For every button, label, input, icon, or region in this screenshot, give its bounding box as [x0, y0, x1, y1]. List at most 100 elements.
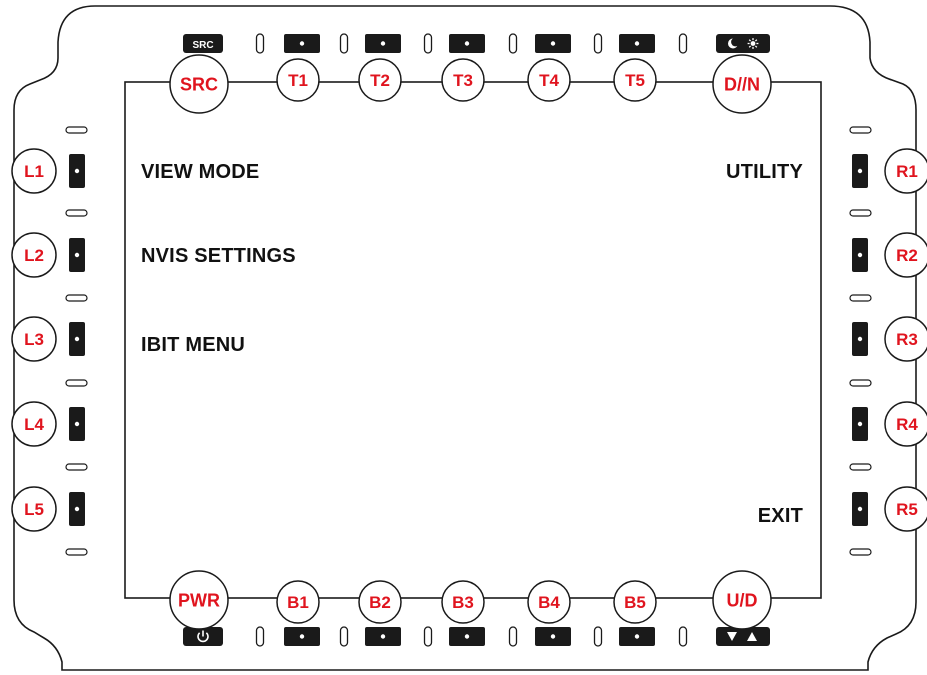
key-dot-icon [550, 634, 556, 639]
bottom-divider-pill [593, 626, 603, 647]
button-b4[interactable]: B4 [527, 580, 571, 624]
top-key-2[interactable] [365, 34, 401, 53]
right-divider-dash [849, 209, 872, 217]
top-divider-pill [423, 33, 433, 54]
button-label: R5 [896, 500, 918, 519]
left-key-2[interactable] [69, 238, 85, 272]
button-u-d[interactable]: U/D [712, 570, 772, 630]
right-key-3[interactable] [852, 322, 868, 356]
button-t3[interactable]: T3 [441, 58, 485, 102]
button-t1[interactable]: T1 [276, 58, 320, 102]
button-label: B1 [287, 593, 309, 612]
right-key-2[interactable] [852, 238, 868, 272]
key-dot-icon [380, 41, 386, 46]
button-pwr[interactable]: PWR [169, 570, 229, 630]
key-dot-icon [857, 252, 863, 258]
left-divider-dash [65, 548, 88, 556]
button-t4[interactable]: T4 [527, 58, 571, 102]
left-divider-dash [65, 126, 88, 134]
bottom-divider-pill [678, 626, 688, 647]
button-l3[interactable]: L3 [11, 316, 57, 362]
top-key-3[interactable] [449, 34, 485, 53]
button-d-n[interactable]: D//N [712, 54, 772, 114]
button-label: L4 [24, 415, 44, 434]
key-dot-icon [634, 634, 640, 639]
bottom-key-4[interactable] [535, 627, 571, 646]
button-l4[interactable]: L4 [11, 401, 57, 447]
top-divider-pill [593, 33, 603, 54]
left-key-1[interactable] [69, 154, 85, 188]
button-label: L2 [24, 246, 44, 265]
left-divider-dash [65, 294, 88, 302]
left-divider-dash [65, 209, 88, 217]
menu-item-exit: EXIT [757, 505, 803, 527]
key-dot-icon [464, 41, 470, 46]
sun-icon [747, 38, 759, 49]
button-src[interactable]: SRC [169, 54, 229, 114]
key-dot-icon [74, 421, 80, 427]
button-r4[interactable]: R4 [884, 401, 927, 447]
right-divider-dash [849, 463, 872, 471]
button-label: U/D [727, 590, 758, 610]
button-t5[interactable]: T5 [613, 58, 657, 102]
menu-item-ibit-menu: IBIT MENU [141, 334, 246, 356]
bottom-key-2[interactable] [365, 627, 401, 646]
bottom-key-3[interactable] [449, 627, 485, 646]
bottom-divider-pill [255, 626, 265, 647]
button-label: R2 [896, 246, 918, 265]
key-dot-icon [634, 41, 640, 46]
key-dot-icon [857, 168, 863, 174]
top-key-1[interactable] [284, 34, 320, 53]
key-dot-icon [74, 252, 80, 258]
menu-item-utility: UTILITY [726, 161, 803, 183]
left-key-3[interactable] [69, 322, 85, 356]
key-dot-icon [550, 41, 556, 46]
key-dot-icon [857, 506, 863, 512]
key-dot-icon [74, 336, 80, 342]
key-dot-icon [857, 336, 863, 342]
button-r5[interactable]: R5 [884, 486, 927, 532]
up-down-badge [716, 627, 770, 646]
button-b5[interactable]: B5 [613, 580, 657, 624]
key-dot-icon [74, 168, 80, 174]
button-l1[interactable]: L1 [11, 148, 57, 194]
button-label: L1 [24, 162, 44, 181]
top-key-5[interactable] [619, 34, 655, 53]
button-r1[interactable]: R1 [884, 148, 927, 194]
button-label: R1 [896, 162, 918, 181]
button-label: R3 [896, 330, 918, 349]
left-divider-dash [65, 463, 88, 471]
right-divider-dash [849, 294, 872, 302]
key-dot-icon [299, 41, 305, 46]
key-dot-icon [857, 421, 863, 427]
button-b1[interactable]: B1 [276, 580, 320, 624]
top-divider-pill [255, 33, 265, 54]
menu-item-view-mode: VIEW MODE [141, 161, 260, 183]
button-label: SRC [180, 74, 218, 94]
button-r3[interactable]: R3 [884, 316, 927, 362]
button-t2[interactable]: T2 [358, 58, 402, 102]
right-divider-dash [849, 126, 872, 134]
button-b2[interactable]: B2 [358, 580, 402, 624]
button-r2[interactable]: R2 [884, 232, 927, 278]
button-label: T2 [370, 71, 390, 90]
button-label: T1 [288, 71, 308, 90]
button-label: B5 [624, 593, 646, 612]
bottom-key-1[interactable] [284, 627, 320, 646]
right-key-4[interactable] [852, 407, 868, 441]
button-l5[interactable]: L5 [11, 486, 57, 532]
left-key-4[interactable] [69, 407, 85, 441]
right-divider-dash [849, 548, 872, 556]
bottom-key-5[interactable] [619, 627, 655, 646]
left-key-5[interactable] [69, 492, 85, 526]
top-key-4[interactable] [535, 34, 571, 53]
key-dot-icon [299, 634, 305, 639]
button-label: R4 [896, 415, 918, 434]
right-key-5[interactable] [852, 492, 868, 526]
button-l2[interactable]: L2 [11, 232, 57, 278]
right-key-1[interactable] [852, 154, 868, 188]
bottom-divider-pill [339, 626, 349, 647]
button-b3[interactable]: B3 [441, 580, 485, 624]
power-badge [183, 627, 223, 646]
right-divider-dash [849, 379, 872, 387]
